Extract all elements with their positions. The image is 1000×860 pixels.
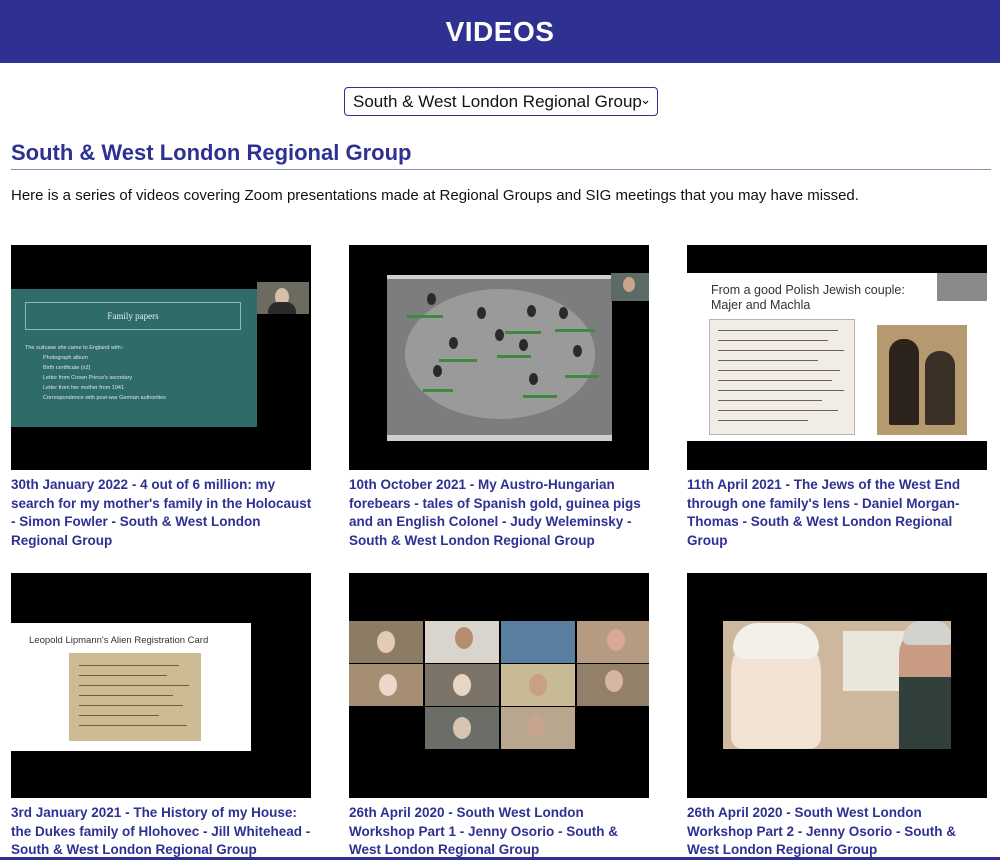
chevron-down-icon bbox=[642, 100, 649, 104]
slide-title: Family papers bbox=[25, 302, 241, 330]
group-select-value: South & West London Regional Group bbox=[353, 91, 642, 111]
video-thumbnail[interactable]: Leopold Lipmann's Alien Registration Car… bbox=[11, 573, 311, 798]
speaker-webcam bbox=[257, 282, 309, 314]
slide-line: The suitcase she came to England with:- bbox=[25, 345, 125, 351]
slide-line: Letter from Crown Prince's secretary bbox=[43, 375, 133, 381]
section-title: South & West London Regional Group bbox=[11, 140, 412, 165]
webcam-frame-image bbox=[723, 621, 951, 749]
slide-image: Family papers The suitcase she came to E… bbox=[11, 289, 257, 427]
slide-image: Leopold Lipmann's Alien Registration Car… bbox=[11, 623, 251, 751]
video-thumbnail[interactable]: From a good Polish Jewish couple: Majer … bbox=[687, 245, 987, 470]
section-intro: Here is a series of videos covering Zoom… bbox=[11, 187, 859, 204]
slide-title-line: Majer and Machla bbox=[711, 298, 811, 312]
slide-title: Leopold Lipmann's Alien Registration Car… bbox=[29, 635, 209, 646]
video-thumbnail[interactable] bbox=[687, 573, 987, 798]
group-select[interactable]: South & West London Regional Group bbox=[344, 87, 658, 116]
handwritten-document-image bbox=[709, 319, 855, 435]
video-title-link[interactable]: 26th April 2020 - South West London Work… bbox=[349, 804, 651, 860]
page-header: VIDEOS bbox=[0, 0, 1000, 63]
video-thumbnail[interactable] bbox=[349, 245, 649, 470]
video-title-link[interactable]: 11th April 2021 - The Jews of the West E… bbox=[687, 476, 989, 550]
slide-line: Letter from her mother from 1941 bbox=[43, 385, 125, 391]
slide-line: Birth certificate (x2) bbox=[43, 365, 91, 371]
zoom-gallery-image bbox=[349, 621, 649, 749]
speaker-webcam bbox=[611, 273, 649, 301]
slide-line: Photograph album bbox=[43, 355, 88, 361]
video-title-link[interactable]: 30th January 2022 - 4 out of 6 million: … bbox=[11, 476, 313, 550]
registration-card-image bbox=[69, 653, 201, 741]
video-thumbnail[interactable] bbox=[349, 573, 649, 798]
video-thumbnail[interactable]: Family papers The suitcase she came to E… bbox=[11, 245, 311, 470]
slide-title-line: From a good Polish Jewish couple: bbox=[711, 283, 905, 297]
video-card: Leopold Lipmann's Alien Registration Car… bbox=[11, 573, 313, 860]
slide-line: Correspondence with post-war German auth… bbox=[43, 395, 166, 401]
video-title-link[interactable]: 10th October 2021 - My Austro-Hungarian … bbox=[349, 476, 651, 550]
page-title: VIDEOS bbox=[445, 15, 555, 47]
speaker-webcam bbox=[937, 273, 987, 301]
video-card: From a good Polish Jewish couple: Majer … bbox=[687, 245, 989, 550]
slide-title: From a good Polish Jewish couple: Majer … bbox=[711, 283, 905, 313]
video-title-link[interactable]: 26th April 2020 - South West London Work… bbox=[687, 804, 989, 860]
slide-text: The suitcase she came to England with:- … bbox=[25, 343, 166, 403]
couple-photo-image bbox=[877, 325, 967, 435]
video-title-link[interactable]: 3rd January 2021 - The History of my Hou… bbox=[11, 804, 313, 860]
family-photo-image bbox=[387, 275, 612, 441]
section-divider bbox=[11, 169, 991, 170]
video-card: 10th October 2021 - My Austro-Hungarian … bbox=[349, 245, 651, 550]
video-card: 26th April 2020 - South West London Work… bbox=[687, 573, 989, 860]
video-card: Family papers The suitcase she came to E… bbox=[11, 245, 313, 550]
video-card: 26th April 2020 - South West London Work… bbox=[349, 573, 651, 860]
